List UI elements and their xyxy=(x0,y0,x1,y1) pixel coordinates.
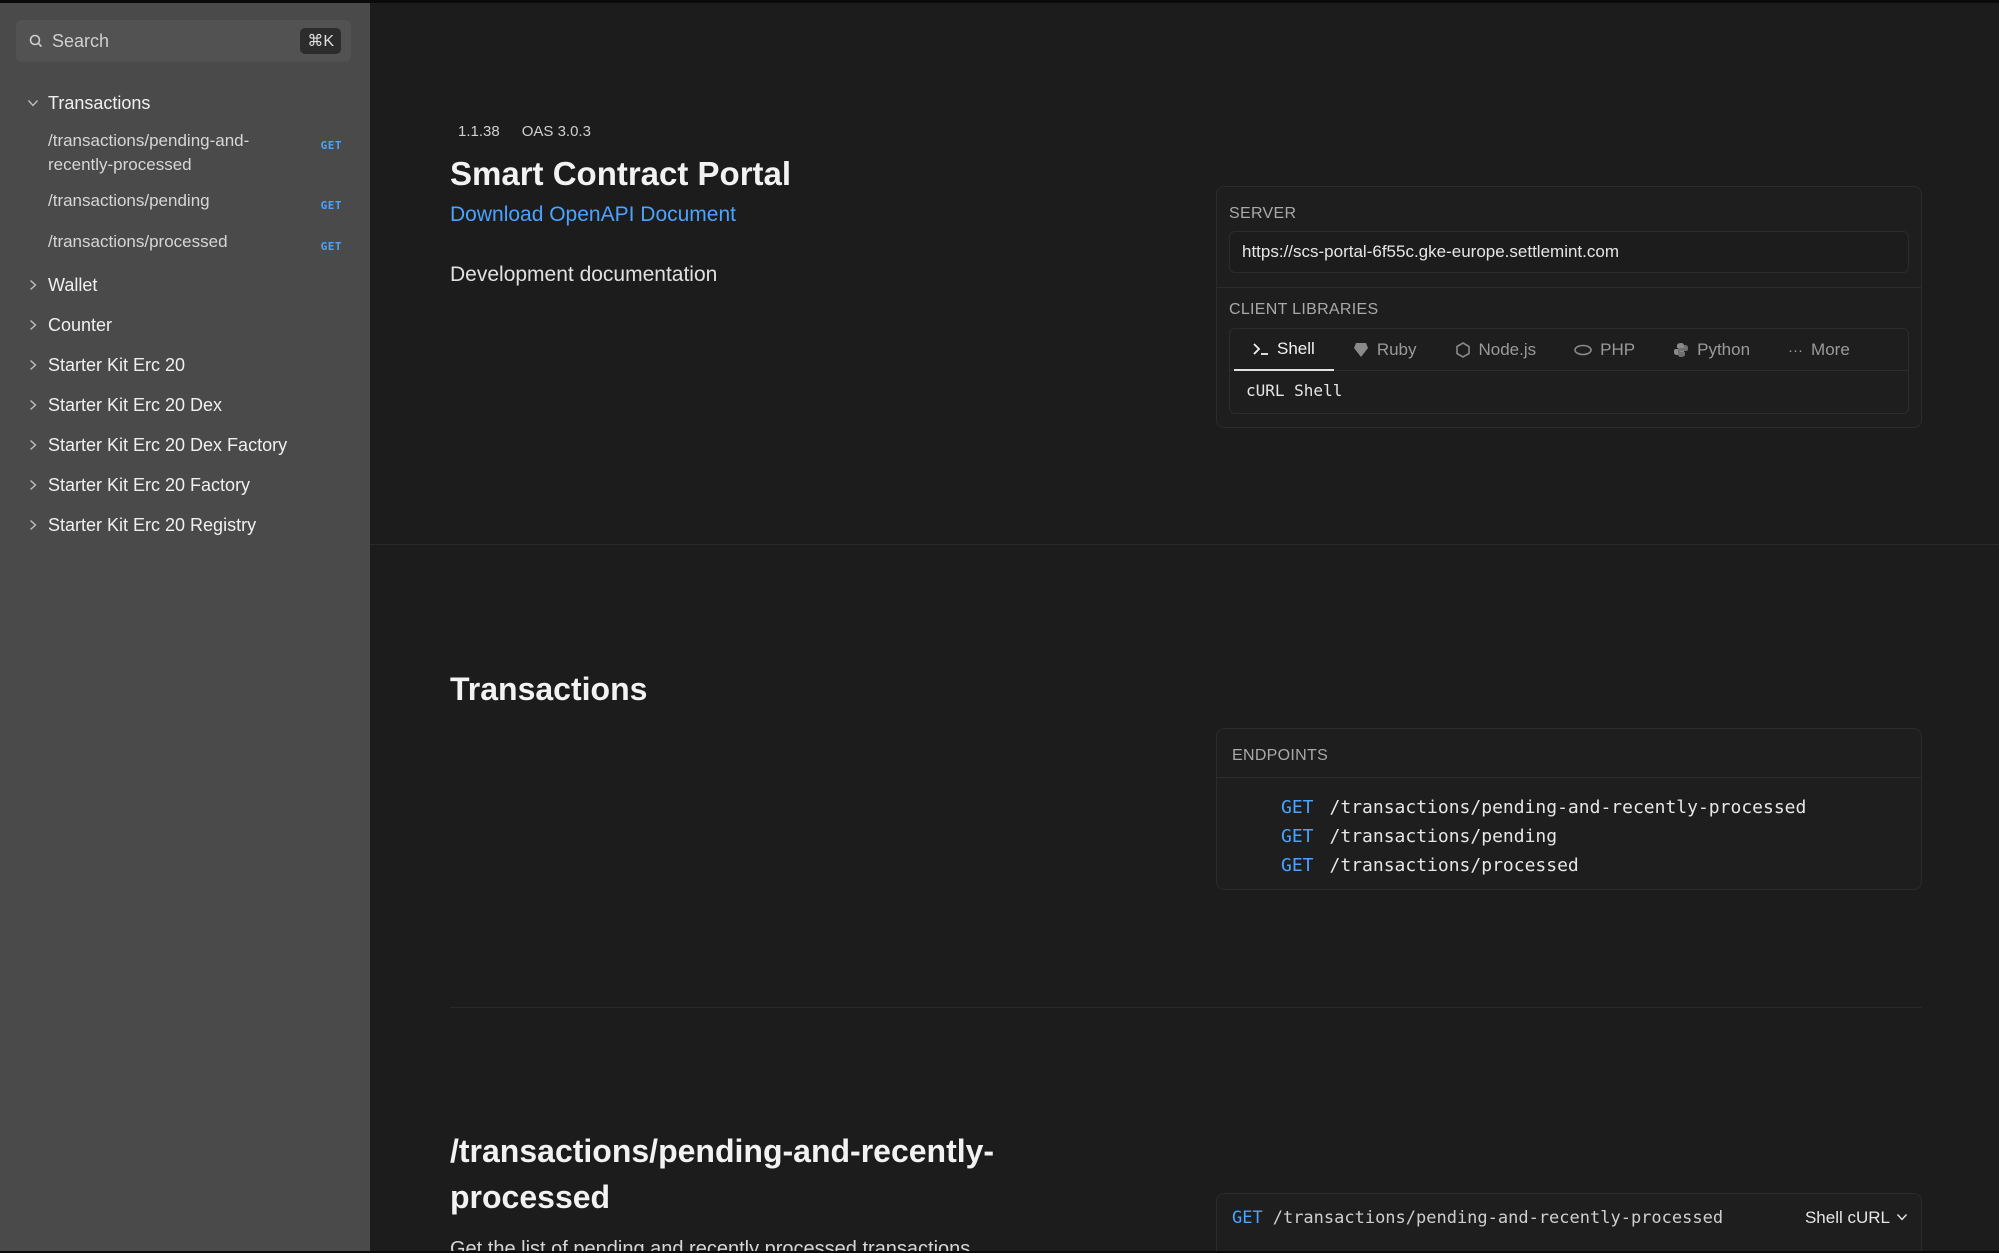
page-title: Smart Contract Portal xyxy=(450,155,792,192)
endpoint-link[interactable]: GET /transactions/processed xyxy=(1281,851,1806,880)
sidebar-group-starter-kit-erc20-factory[interactable]: Starter Kit Erc 20 Factory xyxy=(0,465,370,505)
sidebar-item-pending-and-recently-processed[interactable]: /transactions/pending-and- recently-proc… xyxy=(0,123,370,183)
method-badge: GET xyxy=(320,139,342,152)
chevron-down-icon xyxy=(24,94,42,112)
server-label: SERVER xyxy=(1229,205,1297,222)
sidebar: Search ⌘K Transactions /transactions/pen… xyxy=(0,3,370,1253)
chevron-right-icon xyxy=(24,516,42,534)
section-divider xyxy=(450,1007,1922,1008)
tab-label: Node.js xyxy=(1478,340,1537,359)
oas-version: OAS 3.0.3 xyxy=(521,123,591,140)
sidebar-group-label: Starter Kit Erc 20 Registry xyxy=(48,514,257,535)
sidebar-group-starter-kit-erc20[interactable]: Starter Kit Erc 20 xyxy=(0,345,370,385)
request-example-header: GET /transactions/pending-and-recently-p… xyxy=(1232,1208,1908,1228)
chevron-right-icon xyxy=(24,476,42,494)
sidebar-item-label-line1: /transactions/pending-and- xyxy=(48,131,250,150)
operation-title: /transactions/pending-and-recently-proce… xyxy=(450,1133,995,1215)
sidebar-group-counter[interactable]: Counter xyxy=(0,305,370,345)
sidebar-group-label: Transactions xyxy=(48,92,151,113)
sidebar-item-label-line2: recently-processed xyxy=(48,155,192,174)
php-icon xyxy=(1574,344,1592,356)
divider xyxy=(1217,777,1921,778)
tab-python[interactable]: Python xyxy=(1654,329,1769,371)
terminal-icon xyxy=(1253,342,1269,356)
sidebar-group-label: Starter Kit Erc 20 Dex xyxy=(48,394,223,415)
tab-shell[interactable]: Shell xyxy=(1234,329,1334,371)
method-badge: GET xyxy=(320,240,342,253)
search-icon xyxy=(26,31,46,51)
chevron-right-icon xyxy=(24,316,42,334)
nodejs-icon xyxy=(1455,342,1471,358)
python-icon xyxy=(1673,342,1689,358)
sidebar-item-label: /transactions/pending-and- recently-proc… xyxy=(48,129,321,177)
sidebar-group-label: Wallet xyxy=(48,274,98,295)
method-label: GET xyxy=(1232,1208,1263,1228)
client-libraries-label: CLIENT LIBRARIES xyxy=(1229,301,1379,318)
api-meta: 1.1.38 OAS 3.0.3 xyxy=(458,123,591,140)
client-library-tabs: Shell Ruby Node.js PHP Python ··· More xyxy=(1230,329,1908,371)
request-path: /transactions/pending-and-recently-proce… xyxy=(1272,1208,1724,1228)
endpoint-path: /transactions/pending-and-recently-proce… xyxy=(1329,797,1807,818)
method-badge: GET xyxy=(320,199,342,212)
sidebar-nav: Transactions /transactions/pending-and- … xyxy=(0,83,370,545)
tab-php[interactable]: PHP xyxy=(1555,329,1654,371)
tab-more[interactable]: ··· More xyxy=(1769,329,1869,371)
tab-label: Ruby xyxy=(1376,340,1417,359)
sidebar-group-label: Starter Kit Erc 20 Dex Factory xyxy=(48,434,288,455)
client-libraries-box: Shell Ruby Node.js PHP Python ··· More c… xyxy=(1229,328,1909,414)
sidebar-item-processed[interactable]: /transactions/processed GET xyxy=(0,224,370,265)
sidebar-group-transactions[interactable]: Transactions xyxy=(0,83,370,123)
tab-label: More xyxy=(1811,340,1850,359)
endpoints-label: ENDPOINTS xyxy=(1232,747,1329,764)
section-title-transactions: Transactions xyxy=(450,671,648,707)
tab-label: Python xyxy=(1697,340,1751,359)
chevron-down-icon xyxy=(1896,1208,1908,1228)
request-example-card: GET /transactions/pending-and-recently-p… xyxy=(1216,1193,1922,1253)
sidebar-group-starter-kit-erc20-dex-factory[interactable]: Starter Kit Erc 20 Dex Factory xyxy=(0,425,370,465)
sidebar-group-label: Counter xyxy=(48,314,113,335)
more-icon: ··· xyxy=(1788,341,1804,359)
divider xyxy=(1217,287,1921,288)
language-select[interactable]: Shell cURL xyxy=(1805,1208,1908,1228)
sidebar-group-starter-kit-erc20-registry[interactable]: Starter Kit Erc 20 Registry xyxy=(0,505,370,545)
chevron-right-icon xyxy=(24,436,42,454)
server-card: SERVER https://scs-portal-6f55c.gke-euro… xyxy=(1216,186,1922,428)
api-description: Development documentation xyxy=(450,263,718,286)
ruby-icon xyxy=(1353,342,1369,358)
endpoints-card: ENDPOINTS GET /transactions/pending-and-… xyxy=(1216,728,1922,890)
tab-nodejs[interactable]: Node.js xyxy=(1436,329,1556,371)
chevron-right-icon xyxy=(24,276,42,294)
endpoint-path: /transactions/pending xyxy=(1329,826,1558,847)
sidebar-group-wallet[interactable]: Wallet xyxy=(0,265,370,305)
method-label: GET xyxy=(1281,826,1314,847)
search-input[interactable]: Search ⌘K xyxy=(16,20,351,62)
language-label: Shell cURL xyxy=(1804,1208,1890,1227)
search-placeholder: Search xyxy=(52,30,110,51)
sidebar-group-label: Starter Kit Erc 20 xyxy=(48,354,186,375)
sidebar-item-pending[interactable]: /transactions/pending GET xyxy=(0,183,370,224)
method-label: GET xyxy=(1281,855,1314,876)
sidebar-group-starter-kit-erc20-dex[interactable]: Starter Kit Erc 20 Dex xyxy=(0,385,370,425)
sidebar-group-label: Starter Kit Erc 20 Factory xyxy=(48,474,251,495)
search-shortcut-badge: ⌘K xyxy=(300,28,341,54)
client-library-code: cURL Shell xyxy=(1246,381,1343,400)
endpoint-link[interactable]: GET /transactions/pending xyxy=(1281,822,1806,851)
method-label: GET xyxy=(1281,797,1314,818)
tab-label: PHP xyxy=(1600,340,1636,359)
sidebar-item-label: /transactions/pending xyxy=(48,191,210,210)
section-divider xyxy=(370,544,1999,545)
server-url-select[interactable]: https://scs-portal-6f55c.gke-europe.sett… xyxy=(1229,231,1909,273)
chevron-right-icon xyxy=(24,356,42,374)
tab-label: Shell xyxy=(1277,339,1315,358)
endpoint-list: GET /transactions/pending-and-recently-p… xyxy=(1281,793,1806,880)
endpoint-link[interactable]: GET /transactions/pending-and-recently-p… xyxy=(1281,793,1806,822)
main-content: 1.1.38 OAS 3.0.3 Smart Contract Portal D… xyxy=(370,3,1999,1253)
tab-ruby[interactable]: Ruby xyxy=(1334,329,1436,371)
sidebar-item-label: /transactions/processed xyxy=(48,232,228,251)
api-version: 1.1.38 xyxy=(458,123,500,140)
endpoint-path: /transactions/processed xyxy=(1329,855,1579,876)
download-openapi-link[interactable]: Download OpenAPI Document xyxy=(450,203,736,227)
chevron-right-icon xyxy=(24,396,42,414)
